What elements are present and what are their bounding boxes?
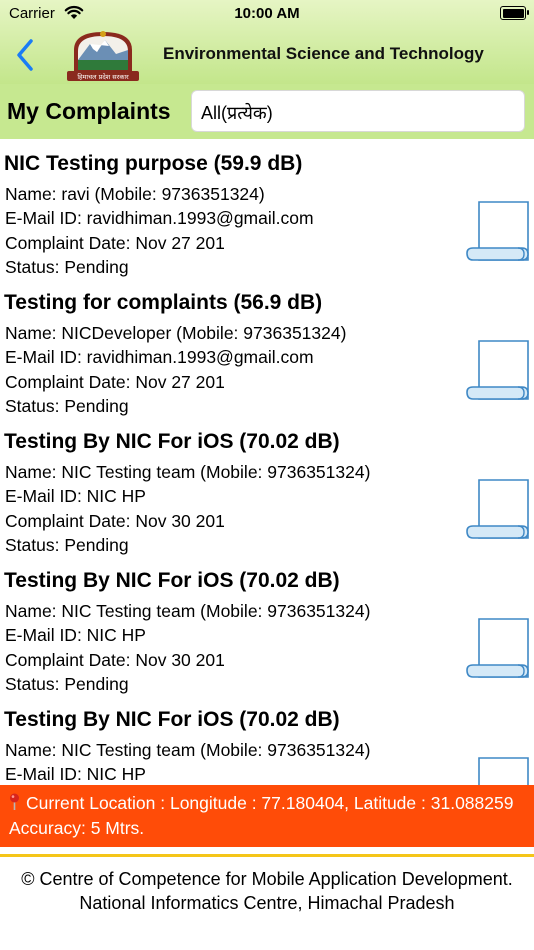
- complaint-status: Status: Pending: [5, 535, 129, 555]
- pin-icon: [10, 793, 19, 810]
- svg-text:हिमाचल प्रदेश सरकार: हिमाचल प्रदेश सरकार: [77, 73, 129, 81]
- complaint-date: Complaint Date: Nov 27 201: [5, 372, 225, 392]
- battery-icon: [500, 6, 529, 20]
- complaint-date: Complaint Date: Nov 30 201: [5, 650, 225, 670]
- complaint-item[interactable]: Testing By NIC For iOS (70.02 dB) Name: …: [0, 556, 534, 695]
- complaint-name: Name: NIC Testing team (Mobile: 97363513…: [5, 462, 371, 482]
- scroll-document-icon[interactable]: [464, 337, 532, 407]
- complaint-name: Name: NIC Testing team (Mobile: 97363513…: [5, 740, 371, 760]
- complaint-filter-select[interactable]: All(प्रत्येक): [191, 90, 525, 132]
- complaint-date: Complaint Date: Nov 27 201: [5, 233, 225, 253]
- complaint-status: Status: Pending: [5, 396, 129, 416]
- complaint-title: Testing for complaints (56.9 dB): [4, 291, 323, 314]
- scroll-document-icon[interactable]: [464, 476, 532, 546]
- navigation-bar: Carrier 10:00 AM हिमाचल प्रदेश सरकार Env…: [0, 0, 534, 84]
- back-button[interactable]: [14, 38, 40, 72]
- complaint-name: Name: NICDeveloper (Mobile: 9736351324): [5, 323, 347, 343]
- scroll-document-icon[interactable]: [464, 198, 532, 268]
- complaint-email: E-Mail ID: NIC HP: [5, 625, 146, 645]
- complaints-list[interactable]: NIC Testing purpose (59.9 dB) Name: ravi…: [0, 139, 534, 785]
- chevron-left-icon: [17, 39, 33, 71]
- status-bar: Carrier 10:00 AM: [0, 0, 534, 28]
- page-title: My Complaints: [7, 98, 171, 124]
- complaint-item[interactable]: NIC Testing purpose (59.9 dB) Name: ravi…: [0, 139, 534, 278]
- footer-copyright: © Centre of Competence for Mobile Applic…: [21, 869, 513, 913]
- complaint-item[interactable]: Testing By NIC For iOS (70.02 dB) Name: …: [0, 417, 534, 556]
- complaint-status: Status: Pending: [5, 674, 129, 694]
- complaint-name: Name: NIC Testing team (Mobile: 97363513…: [5, 601, 371, 621]
- complaint-item[interactable]: Testing for complaints (56.9 dB) Name: N…: [0, 278, 534, 417]
- complaint-title: NIC Testing purpose (59.9 dB): [4, 152, 303, 175]
- complaint-item[interactable]: Testing By NIC For iOS (70.02 dB) Name: …: [0, 695, 534, 785]
- complaint-title: Testing By NIC For iOS (70.02 dB): [4, 708, 340, 731]
- current-location-bar: Current Location : Longitude : 77.180404…: [0, 785, 534, 847]
- scroll-document-icon[interactable]: [464, 754, 532, 785]
- complaint-title: Testing By NIC For iOS (70.02 dB): [4, 430, 340, 453]
- himachal-emblem-logo: हिमाचल प्रदेश सरकार: [64, 28, 142, 82]
- footer: © Centre of Competence for Mobile Applic…: [0, 854, 534, 950]
- clock: 10:00 AM: [234, 5, 300, 22]
- complaint-email: E-Mail ID: NIC HP: [5, 764, 146, 784]
- complaint-date: Complaint Date: Nov 30 201: [5, 511, 225, 531]
- scroll-document-icon[interactable]: [464, 615, 532, 685]
- complaint-title: Testing By NIC For iOS (70.02 dB): [4, 569, 340, 592]
- complaint-email: E-Mail ID: ravidhiman.1993@gmail.com: [5, 208, 314, 228]
- complaint-name: Name: ravi (Mobile: 9736351324): [5, 184, 265, 204]
- app-title: Environmental Science and Technology: [163, 44, 484, 63]
- complaint-status: Status: Pending: [5, 257, 129, 277]
- current-location-text: Current Location : Longitude : 77.180404…: [9, 793, 514, 838]
- complaint-email: E-Mail ID: NIC HP: [5, 486, 146, 506]
- complaint-email: E-Mail ID: ravidhiman.1993@gmail.com: [5, 347, 314, 367]
